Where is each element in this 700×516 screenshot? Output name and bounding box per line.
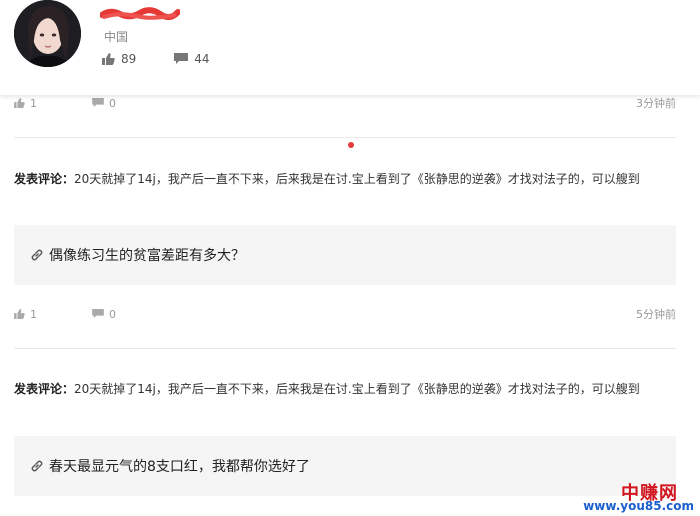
site-watermark: 中赚网 www.you85.com [583,479,698,515]
linked-article-title: 偶像练习生的贫富差距有多大？ [49,248,245,264]
comment-icon [174,53,189,64]
timestamp: 3分钟前 [636,97,676,110]
like-count: 1 [30,96,37,110]
profile-stats: 89 44 [102,52,210,66]
linked-article-card[interactable]: 春天最显元气的8支口红，我都帮你选好了 [14,436,676,496]
new-indicator-dot [348,142,354,148]
profile-header: 中国 89 44 [0,0,700,95]
page: 中国 89 44 1 0 3分钟前 发表评论：20天就掉了14j，我产后一直不下… [0,0,700,516]
profile-comments[interactable]: 44 [174,52,210,66]
linked-article-card[interactable]: 偶像练习生的贫富差距有多大？ [14,225,676,285]
like-button[interactable]: 1 [14,97,37,110]
profile-comments-count: 44 [194,52,210,66]
thumbs-up-icon [14,98,25,108]
comment-icon [92,98,104,108]
avatar[interactable] [14,0,81,67]
comment-label: 发表评论： [14,172,75,186]
thumbs-up-icon [102,53,115,65]
reply-button[interactable]: 0 [92,97,116,110]
username-redacted [100,7,180,20]
feed-item-actions: 1 0 5分钟前 [14,307,676,321]
comment-text: 20天就掉了14j，我产后一直不下来，后来我是在讨.宝上看到了《张静思的逆袭》才… [74,172,640,186]
timestamp: 5分钟前 [636,308,676,321]
comment: 发表评论：20天就掉了14j，我产后一直不下来，后来我是在讨.宝上看到了《张静思… [14,377,680,401]
link-icon [31,460,43,472]
profile-likes-count: 89 [121,52,137,66]
like-button[interactable]: 1 [14,308,37,321]
profile-location: 中国 [104,30,129,44]
thumbs-up-icon [14,309,25,319]
divider [14,348,676,349]
linked-article-title: 春天最显元气的8支口红，我都帮你选好了 [49,459,310,475]
reply-count: 0 [109,307,116,321]
comment-label: 发表评论： [14,382,75,396]
comment: 发表评论：20天就掉了14j，我产后一直不下来，后来我是在讨.宝上看到了《张静思… [14,167,680,191]
profile-likes[interactable]: 89 [102,52,136,66]
watermark-url: www.you85.com [583,499,694,513]
link-icon [31,249,43,261]
feed-item-actions: 1 0 3分钟前 [14,96,676,110]
comment-icon [92,309,104,319]
reply-button[interactable]: 0 [92,308,116,321]
divider [14,137,676,138]
like-count: 1 [30,307,37,321]
reply-count: 0 [109,96,116,110]
avatar-image [14,0,81,67]
comment-text: 20天就掉了14j，我产后一直不下来，后来我是在讨.宝上看到了《张静思的逆袭》才… [74,382,640,396]
